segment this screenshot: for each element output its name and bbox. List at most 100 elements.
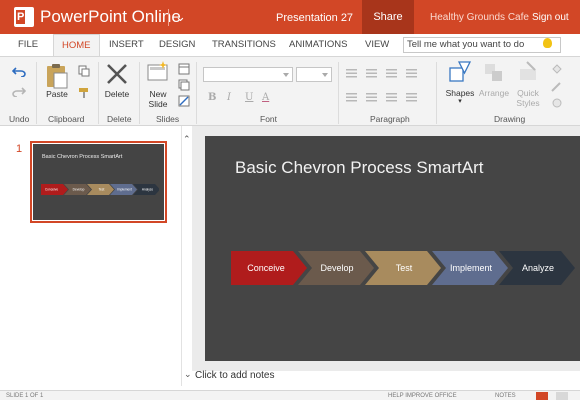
increase-indent-icon[interactable] (406, 69, 417, 78)
chevron-step-5[interactable]: Analyze (499, 251, 575, 285)
app-name[interactable]: PowerPoint Online (40, 7, 181, 27)
tab-view[interactable]: VIEW (365, 39, 389, 50)
numbering-icon[interactable] (366, 69, 377, 78)
chevron-label: Analyze (522, 263, 554, 273)
chevron-label: Analyze (142, 188, 154, 192)
shape-effects-icon[interactable] (550, 97, 564, 109)
chevron-up-icon[interactable]: ⌃ (183, 134, 191, 145)
duplicate-slide-icon[interactable] (178, 79, 190, 91)
chevron-step-2[interactable]: Develop (64, 184, 91, 195)
group-label-slides: Slides (156, 114, 180, 124)
user-name: Healthy Grounds Cafe (430, 12, 529, 23)
quick-styles-icon[interactable] (517, 61, 539, 83)
status-bar (0, 390, 580, 400)
chevron-down-icon[interactable]: ⌄ (184, 369, 192, 380)
pane-divider[interactable] (181, 126, 192, 386)
font-size-dropdown[interactable] (296, 67, 332, 82)
bullets-icon[interactable] (346, 69, 357, 78)
powerpoint-logo-icon[interactable]: P (14, 7, 34, 27)
group-divider (98, 62, 99, 124)
reading-view-icon[interactable] (556, 392, 568, 400)
group-label-clipboard: Clipboard (48, 114, 85, 124)
group-label-undo: Undo (9, 114, 30, 124)
hide-slide-icon[interactable] (178, 95, 190, 107)
document-title[interactable]: Presentation 27 (276, 12, 353, 24)
quick-styles-label-2[interactable]: Styles (513, 98, 543, 108)
arrange-button[interactable]: Arrange (476, 88, 512, 98)
group-label-delete: Delete (107, 114, 132, 124)
font-color-icon[interactable]: A (262, 92, 269, 103)
normal-view-icon[interactable] (536, 392, 548, 400)
new-slide-icon[interactable] (147, 61, 169, 83)
smartart-chevron-process[interactable]: Conceive Develop Test Implement Analyze (231, 251, 580, 285)
chevron-down-icon[interactable]: ⌄ (175, 9, 186, 25)
quick-styles-label-1[interactable]: Quick (513, 88, 543, 98)
thumbnail-chevrons: Conceive Develop Test Implement Analyze (41, 184, 159, 195)
tab-insert[interactable]: INSERT (109, 39, 144, 50)
font-family-dropdown[interactable] (203, 67, 293, 82)
chevron-label: Implement (450, 263, 493, 273)
group-label-drawing: Drawing (494, 114, 526, 124)
decrease-indent-icon[interactable] (386, 69, 397, 78)
logo-letter: P (17, 11, 25, 23)
title-bar: P PowerPoint Online ⌄ Presentation 27 Sh… (0, 0, 580, 34)
slide-number: 1 (16, 143, 23, 155)
tab-animations[interactable]: ANIMATIONS (289, 39, 347, 50)
chevron-step-1[interactable]: Conceive (41, 184, 68, 195)
tab-design[interactable]: DESIGN (159, 39, 195, 50)
group-divider (139, 62, 140, 124)
ribbon-home: Undo Paste Clipboard Delete Delete New S… (0, 56, 580, 126)
group-divider (338, 62, 339, 124)
chevron-step-4[interactable]: Implement (432, 251, 508, 285)
sign-out-link[interactable]: Sign out (532, 12, 569, 23)
new-slide-label-1[interactable]: New (143, 89, 173, 99)
chevron-label: Develop (73, 188, 85, 192)
paste-button[interactable]: Paste (44, 89, 70, 99)
thumbnail-canvas: Basic Chevron Process SmartArt Conceive D… (33, 144, 164, 220)
group-divider (36, 62, 37, 124)
slide-title[interactable]: Basic Chevron Process SmartArt (235, 158, 483, 178)
group-divider (436, 62, 437, 124)
bold-icon[interactable]: B (208, 92, 216, 103)
shape-fill-icon[interactable] (550, 63, 564, 77)
underline-icon[interactable]: U (245, 92, 253, 103)
copy-icon[interactable] (78, 65, 90, 77)
notes-placeholder[interactable]: Click to add notes (195, 370, 275, 381)
align-center-icon[interactable] (366, 93, 377, 102)
chevron-label: Test (396, 263, 413, 273)
tab-transitions[interactable]: TRANSITIONS (212, 39, 276, 50)
chevron-label: Test (99, 188, 105, 192)
chevron-step-3[interactable]: Test (365, 251, 441, 285)
chevron-step-1[interactable]: Conceive (231, 251, 307, 285)
shapes-icon[interactable] (447, 60, 473, 84)
redo-icon[interactable] (12, 85, 26, 97)
notes-toggle[interactable]: NOTES (495, 393, 516, 399)
arrange-icon[interactable] (482, 61, 506, 85)
tab-file[interactable]: FILE (18, 39, 38, 50)
help-improve-link[interactable]: HELP IMPROVE OFFICE (388, 393, 457, 399)
powerpoint-online-window: P PowerPoint Online ⌄ Presentation 27 Sh… (0, 0, 580, 400)
tab-home[interactable]: HOME (53, 34, 100, 57)
paste-icon[interactable] (45, 63, 69, 89)
new-slide-label-2[interactable]: Slide (143, 99, 173, 109)
share-button[interactable]: Share (362, 0, 414, 34)
delete-icon[interactable] (106, 63, 128, 85)
chevron-step-3[interactable]: Test (87, 184, 114, 195)
shape-outline-icon[interactable] (550, 81, 564, 93)
delete-button[interactable]: Delete (102, 89, 132, 99)
justify-icon[interactable] (406, 93, 417, 102)
italic-icon[interactable]: I (227, 92, 231, 103)
tell-me-input[interactable]: Tell me what you want to do (403, 37, 561, 53)
chevron-label: Implement (117, 188, 132, 192)
chevron-step-2[interactable]: Develop (298, 251, 374, 285)
format-painter-icon[interactable] (78, 87, 90, 99)
align-right-icon[interactable] (386, 93, 397, 102)
undo-icon[interactable] (12, 65, 26, 77)
layout-icon[interactable] (178, 63, 190, 75)
slide-thumbnail[interactable]: Basic Chevron Process SmartArt Conceive D… (30, 141, 167, 223)
align-left-icon[interactable] (346, 93, 357, 102)
chevron-down-icon[interactable]: ▾ (455, 97, 465, 107)
slide-counter: SLIDE 1 OF 1 (6, 393, 44, 399)
chevron-step-4[interactable]: Implement (110, 184, 137, 195)
group-label-paragraph: Paragraph (370, 114, 410, 124)
